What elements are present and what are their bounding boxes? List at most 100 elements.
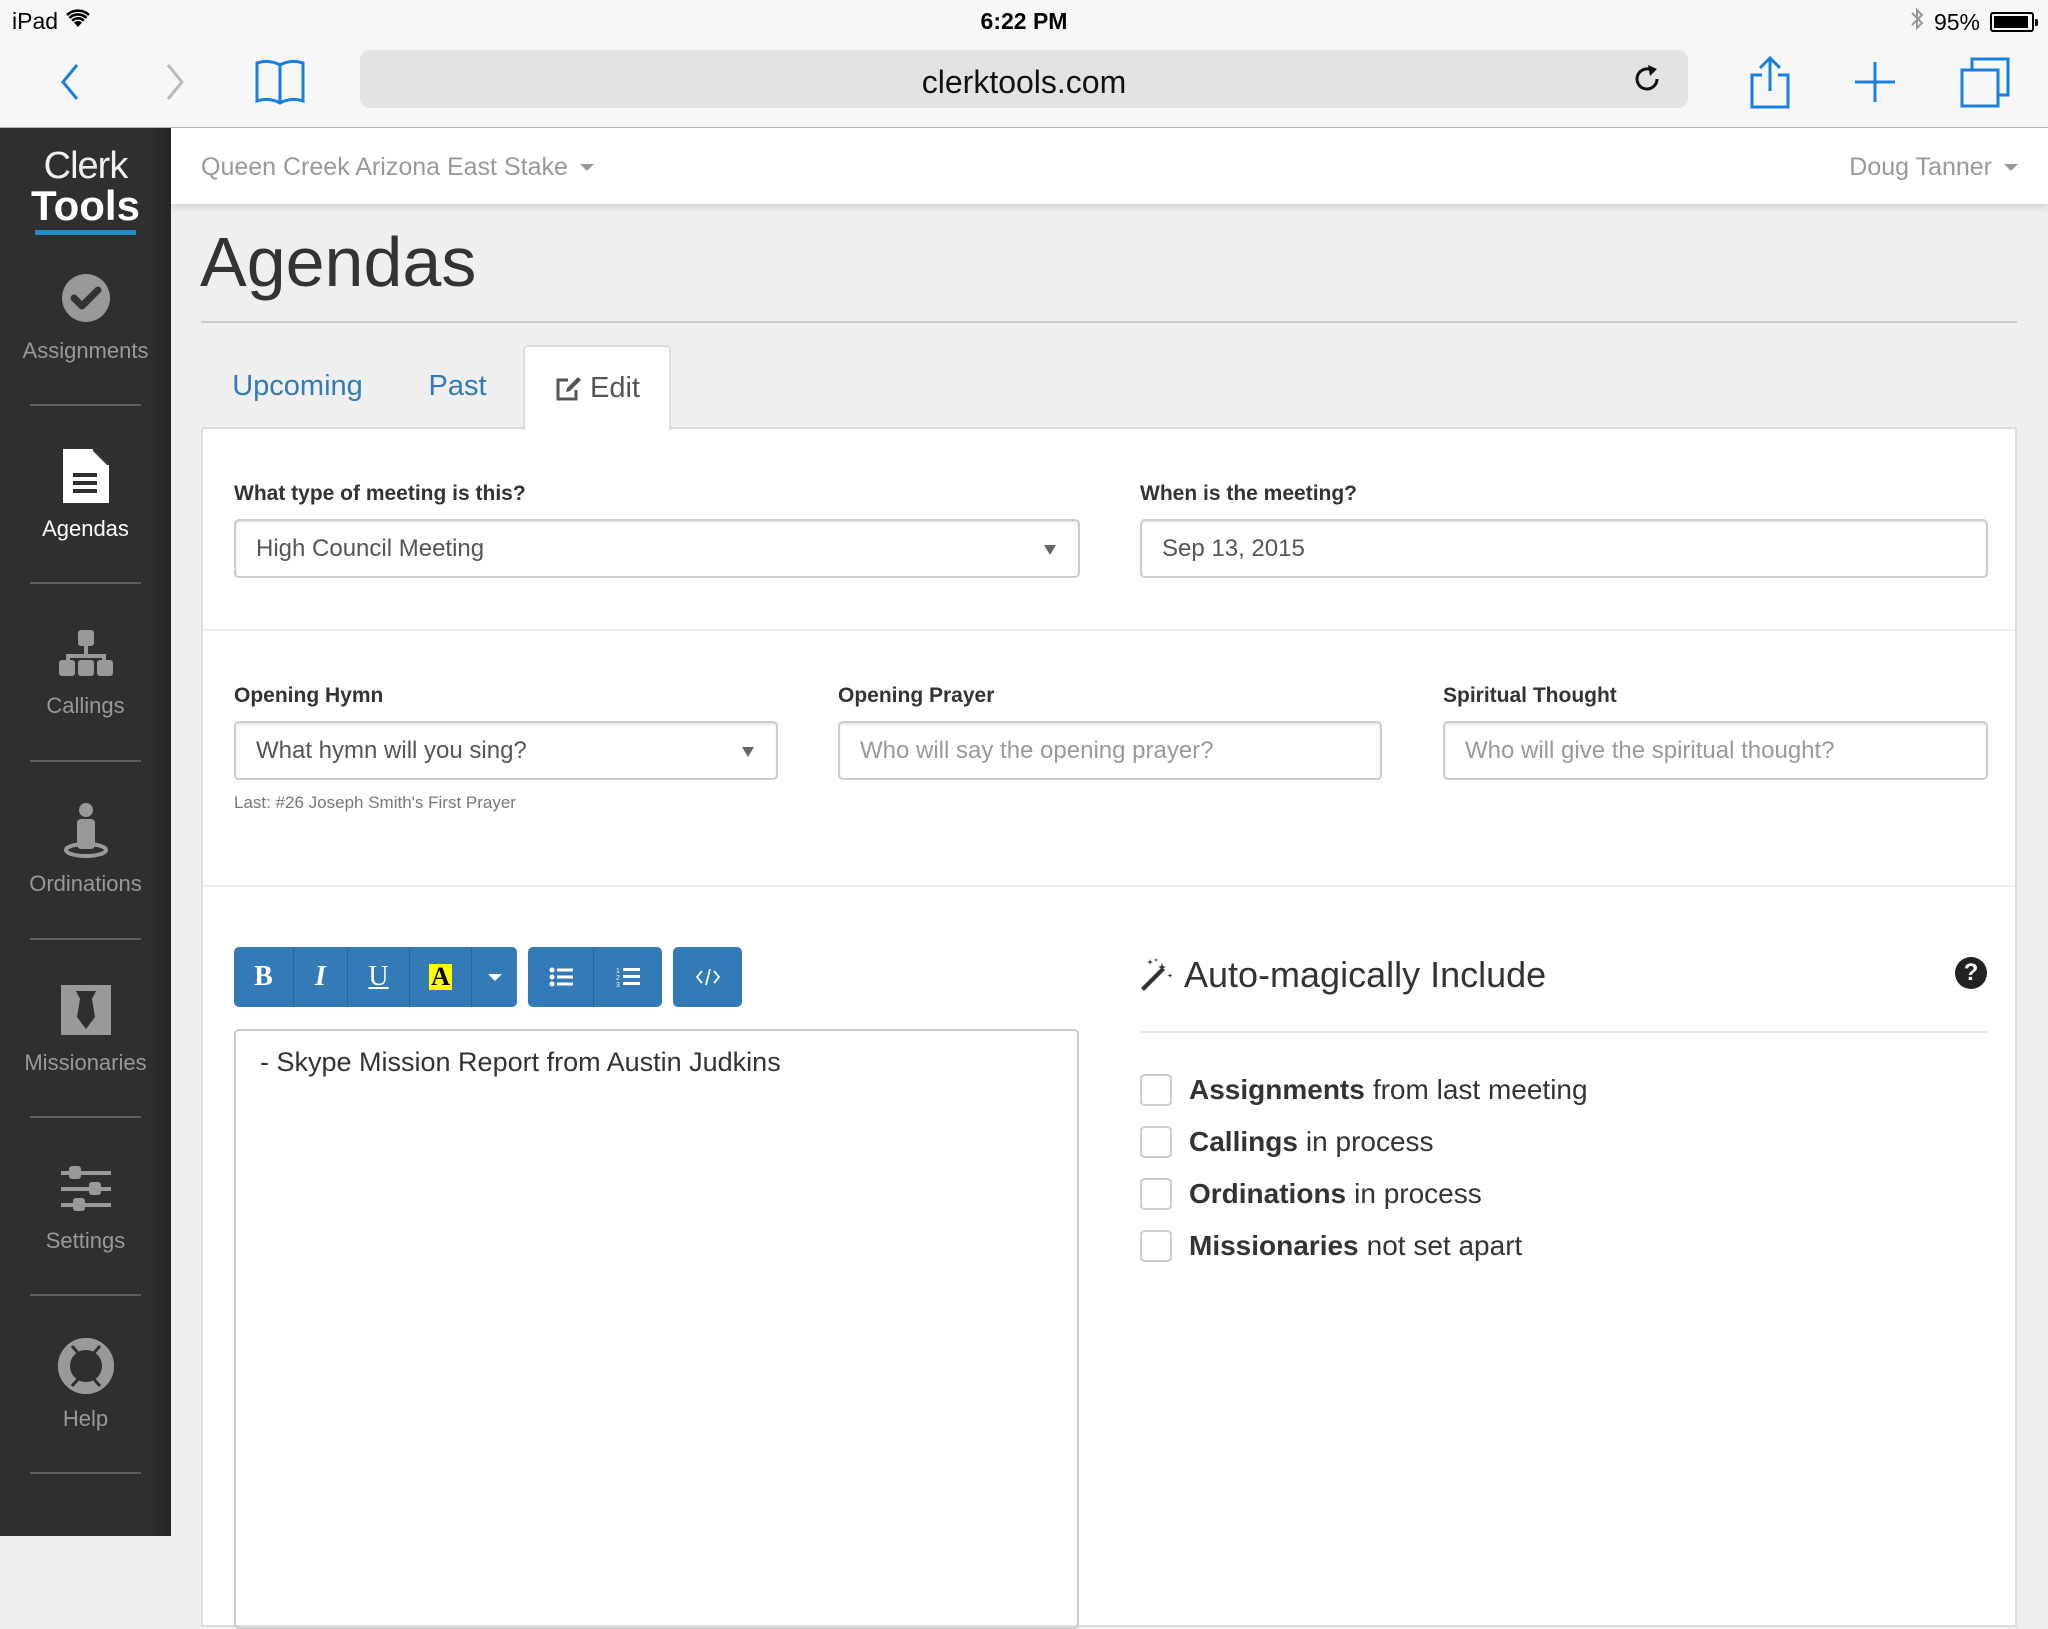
bullet-list-icon (549, 967, 573, 987)
option-text: in process (1354, 1178, 1482, 1209)
tab-edit[interactable]: Edit (523, 345, 671, 430)
option-text: from last meeting (1372, 1074, 1588, 1105)
format-button-group: B I U A (234, 947, 517, 1007)
page-title: Agendas (200, 223, 477, 301)
meeting-type-label: What type of meeting is this? (234, 482, 526, 505)
opening-hymn-label: Opening Hymn (234, 684, 384, 707)
meeting-date-value: Sep 13, 2015 (1162, 534, 1305, 562)
back-button[interactable] (50, 52, 90, 112)
highlight-button[interactable]: A (410, 947, 472, 1007)
logo-underline (35, 230, 136, 235)
opening-hymn-select[interactable]: What hymn will you sing? (234, 721, 778, 780)
code-view-button[interactable] (673, 947, 742, 1007)
sidebar-item-settings[interactable]: Settings (0, 1158, 171, 1254)
caret-down-icon (487, 973, 502, 981)
checkbox[interactable] (1140, 1126, 1172, 1158)
browser-toolbar: clerktools.com (0, 42, 2048, 128)
title-divider (201, 321, 2017, 323)
sidebar: Clerk Tools Assignments Agendas Callings… (0, 128, 171, 1536)
highlight-color-dropdown[interactable] (472, 947, 517, 1007)
logo-line1: Clerk (43, 145, 129, 187)
reload-button[interactable] (1630, 62, 1664, 96)
new-tab-button[interactable] (1850, 52, 1900, 112)
auto-include-divider (1140, 1031, 1988, 1033)
opening-prayer-placeholder: Who will say the opening prayer? (860, 736, 1214, 764)
sidebar-item-label: Missionaries (24, 1050, 147, 1075)
include-ordinations-checkbox[interactable]: Ordinations in process (1140, 1178, 1482, 1210)
dropdown-arrow-icon (742, 747, 754, 757)
sliders-icon (60, 1166, 111, 1211)
sidebar-item-agendas[interactable]: Agendas (0, 446, 171, 542)
last-hymn-hint: Last: #26 Joseph Smith's First Prayer (234, 793, 516, 812)
address-bar[interactable]: clerktools.com (360, 50, 1688, 108)
sidebar-item-label: Ordinations (29, 871, 142, 896)
option-bold: Ordinations (1189, 1178, 1347, 1209)
underline-button[interactable]: U (348, 947, 410, 1007)
document-icon (62, 449, 109, 503)
tab-past[interactable]: Past (400, 345, 515, 428)
bullet-list-button[interactable] (528, 947, 594, 1007)
stake-dropdown[interactable]: Queen Creek Arizona East Stake (201, 153, 594, 182)
bookmarks-button[interactable] (250, 52, 310, 112)
numbered-list-button[interactable]: 123 (594, 947, 662, 1007)
sidebar-divider (30, 1472, 141, 1474)
meeting-type-select[interactable]: High Council Meeting (234, 519, 1080, 578)
tabs-button[interactable] (1955, 52, 2015, 112)
share-icon (1750, 55, 1790, 109)
bold-icon: B (254, 961, 273, 992)
spiritual-thought-placeholder: Who will give the spiritual thought? (1465, 736, 1835, 764)
highlight-icon: A (429, 962, 452, 991)
edit-icon (556, 376, 581, 400)
clock: 6:22 PM (980, 8, 1068, 34)
sidebar-item-label: Agendas (42, 516, 129, 541)
opening-prayer-input[interactable]: Who will say the opening prayer? (838, 721, 1382, 780)
sidebar-item-label: Settings (45, 1228, 126, 1253)
meeting-type-value: High Council Meeting (256, 534, 485, 562)
auto-include-title: Auto-magically Include (1184, 954, 1547, 995)
include-missionaries-checkbox[interactable]: Missionaries not set apart (1140, 1230, 1522, 1262)
include-callings-checkbox[interactable]: Callings in process (1140, 1126, 1434, 1158)
help-question-icon[interactable]: ? (1955, 957, 1987, 989)
sidebar-divider (30, 1116, 141, 1118)
forward-button[interactable] (155, 52, 195, 112)
spiritual-thought-label: Spiritual Thought (1443, 684, 1617, 707)
code-icon (695, 968, 720, 986)
bold-button[interactable]: B (234, 947, 294, 1007)
caret-down-icon (579, 164, 594, 171)
tab-label: Past (428, 370, 487, 402)
share-button[interactable] (1745, 52, 1795, 112)
tab-upcoming[interactable]: Upcoming (210, 345, 385, 428)
sidebar-item-missionaries[interactable]: Missionaries (0, 980, 171, 1076)
sidebar-divider (30, 938, 141, 940)
bluetooth-icon (1910, 7, 1924, 37)
lifebuoy-icon (57, 1338, 114, 1394)
sidebar-item-ordinations[interactable]: Ordinations (0, 801, 171, 897)
reload-icon (1635, 65, 1659, 91)
tab-label: Upcoming (232, 370, 363, 402)
plus-icon (1855, 62, 1895, 102)
checkbox[interactable] (1140, 1074, 1172, 1106)
checkbox[interactable] (1140, 1230, 1172, 1262)
agenda-editor[interactable]: - Skype Mission Report from Austin Judki… (234, 1029, 1079, 1629)
italic-button[interactable]: I (294, 947, 348, 1007)
dropdown-arrow-icon (1044, 545, 1056, 555)
meeting-date-input[interactable]: Sep 13, 2015 (1140, 519, 1988, 578)
sidebar-item-callings[interactable]: Callings (0, 623, 171, 719)
include-assignments-checkbox[interactable]: Assignments from last meeting (1140, 1074, 1588, 1106)
org-chart-icon (58, 630, 113, 676)
opening-hymn-placeholder: What hymn will you sing? (256, 736, 527, 764)
logo[interactable]: Clerk Tools (0, 145, 171, 235)
sidebar-item-help[interactable]: Help (0, 1336, 171, 1432)
tab-label: Edit (590, 372, 640, 404)
section-divider (203, 629, 2015, 631)
spiritual-thought-input[interactable]: Who will give the spiritual thought? (1443, 721, 1988, 780)
sidebar-item-label: Callings (46, 693, 125, 718)
meeting-date-label: When is the meeting? (1140, 482, 1358, 505)
sidebar-item-assignments[interactable]: Assignments (0, 268, 171, 364)
book-icon (255, 59, 305, 105)
editor-content: - Skype Mission Report from Austin Judki… (260, 1047, 781, 1077)
sidebar-divider (30, 1294, 141, 1296)
user-menu[interactable]: Doug Tanner (1849, 153, 2018, 182)
checkbox[interactable] (1140, 1178, 1172, 1210)
option-bold: Missionaries (1189, 1230, 1359, 1261)
